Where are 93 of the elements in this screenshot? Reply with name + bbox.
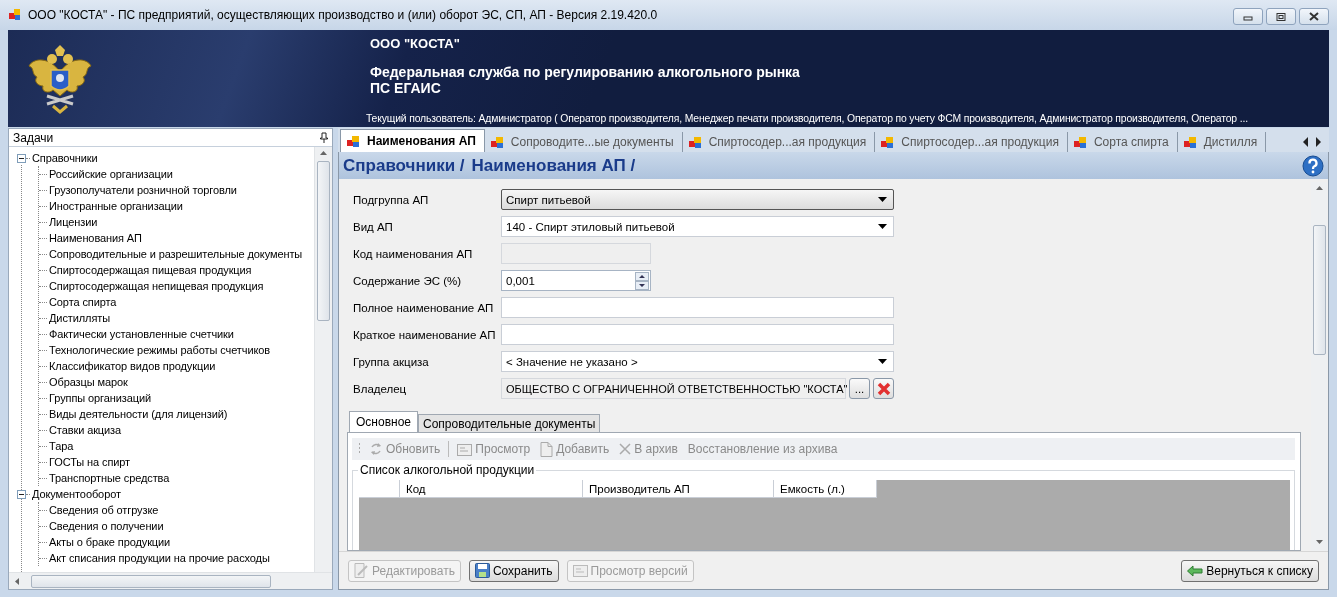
field-label: Краткое наименование АП: [353, 328, 497, 341]
tree-item[interactable]: Справочники: [32, 152, 98, 164]
tree-item[interactable]: Грузополучатели розничной торговли: [49, 184, 237, 196]
breadcrumb-section[interactable]: Справочники /: [343, 155, 465, 176]
collapse-toggle[interactable]: [17, 489, 26, 499]
tree-item[interactable]: Спиртосодержащая непищевая продукция: [49, 280, 264, 292]
column-header[interactable]: Емкость (л.): [774, 480, 877, 498]
tree-item[interactable]: Классификатор видов продукции: [49, 360, 216, 372]
close-button[interactable]: [1299, 8, 1329, 25]
back-to-list-button[interactable]: Вернуться к списку: [1181, 559, 1319, 582]
owner-field: ОБЩЕСТВО С ОГРАНИЧЕННОЙ ОТВЕТСТВЕННОСТЬЮ "КОСТА": [501, 378, 846, 399]
tree-item[interactable]: Транспортные средства: [49, 472, 170, 484]
dropdown-field[interactable]: 140 - Спирт этиловый питьевой: [501, 216, 894, 237]
horizontal-scrollbar[interactable]: [9, 572, 332, 589]
dropdown-field[interactable]: Спирт питьевой: [501, 189, 894, 210]
field-label: Код наименования АП: [353, 247, 474, 260]
dropdown-field[interactable]: < Значение не указано >: [501, 351, 894, 372]
group-title: Список алкогольной продукции: [358, 463, 537, 477]
tab-icon: [688, 135, 703, 149]
tree-item[interactable]: Акт списания продукции на прочие расходы: [49, 552, 270, 564]
maximize-icon: [1276, 12, 1286, 21]
section-tab[interactable]: Основное: [349, 411, 418, 432]
tree-item[interactable]: Тара: [49, 440, 74, 452]
breadcrumb-page: Наименования АП /: [471, 155, 636, 176]
tab-icon: [347, 134, 361, 148]
toolbar-grip-icon: [358, 442, 361, 456]
section-tab[interactable]: Сопроводительные документы: [418, 414, 601, 432]
tree-item[interactable]: Сопроводительные и разрешительные документы: [49, 248, 303, 260]
dropdown-arrow-icon: [878, 359, 887, 364]
column-header[interactable]: Код: [400, 480, 583, 498]
vertical-scrollbar[interactable]: [314, 147, 332, 572]
app-icon: [8, 8, 22, 22]
current-user-text: Текущий пользователь: Администратор ( Оператор производителя, Менеджер печати производителя, Оператор по учету ФСМ производителя, Администратор производителя, Оператор ...: [366, 112, 1248, 125]
tree-item[interactable]: Виды деятельности (для лицензий): [49, 408, 228, 420]
collapse-toggle[interactable]: [17, 153, 26, 163]
tree-item[interactable]: ГОСТы на спирт: [49, 456, 131, 468]
tree-item[interactable]: Образцы марок: [49, 376, 128, 388]
document-tab[interactable]: Наименования АП: [340, 129, 485, 152]
text-field[interactable]: [501, 297, 894, 318]
browse-button[interactable]: ...: [849, 378, 870, 399]
number-field[interactable]: 0,001: [501, 270, 651, 291]
field-label: Полное наименование АП: [353, 301, 495, 314]
tree-item[interactable]: Технологические режимы работы счетчиков: [49, 344, 271, 356]
scroll-left-icon[interactable]: [1303, 137, 1309, 147]
spinner-arrows-icon: [635, 271, 649, 290]
tree-item[interactable]: Документооборот: [32, 488, 121, 500]
card-icon: [457, 442, 473, 456]
pencil-page-icon: [354, 563, 369, 578]
column-header[interactable]: Производитель АП: [583, 480, 774, 498]
tree-item[interactable]: Наименования АП: [49, 232, 142, 244]
field-label: Владелец: [353, 382, 408, 395]
maximize-button[interactable]: [1266, 8, 1296, 25]
tree-item[interactable]: Спиртосодержащая пищевая продукция: [49, 264, 252, 276]
tree-item[interactable]: Акты о браке продукции: [49, 536, 171, 548]
organization-name: ООО "КОСТА": [370, 36, 461, 51]
tab-icon: [1183, 135, 1198, 149]
field-label: Группа акциза: [353, 355, 430, 368]
tree-item[interactable]: Российские организации: [49, 168, 173, 180]
cross-icon: [619, 443, 632, 455]
emblem-icon: [25, 43, 95, 114]
tree-item[interactable]: Сведения о получении: [49, 520, 164, 532]
tab-icon: [1073, 135, 1088, 149]
dropdown-arrow-icon: [878, 197, 887, 202]
field-label: Подгруппа АП: [353, 193, 430, 206]
field-label: Содержание ЭС (%): [353, 274, 463, 287]
tree-item[interactable]: Лицензии: [49, 216, 98, 228]
pin-icon[interactable]: [320, 132, 328, 143]
system-name: ПС ЕГАИС: [370, 80, 442, 96]
tree-item[interactable]: Сведения об отгрузке: [49, 504, 159, 516]
panel-title: Задачи: [13, 130, 54, 145]
footer-button[interactable]: Сохранить: [468, 559, 559, 582]
tree-item[interactable]: Сорта спирта: [49, 296, 117, 308]
dropdown-arrow-icon: [878, 224, 887, 229]
tab-icon: [881, 135, 896, 149]
clear-icon: [876, 381, 891, 396]
text-field[interactable]: [501, 324, 894, 345]
scroll-right-icon[interactable]: [1315, 137, 1321, 147]
agency-name: Федеральная служба по регулированию алкогольного рынка: [370, 64, 801, 80]
card-icon: [572, 564, 588, 577]
clear-button[interactable]: [873, 378, 894, 399]
refresh-icon: [369, 442, 383, 456]
window-title: ООО "КОСТА" - ПС предприятий, осуществляющих производство и (или) оборот ЭС, СП, АП - Версия 2.19.420.0: [28, 8, 658, 22]
tree-item[interactable]: Дистилляты: [49, 312, 110, 324]
tree-item[interactable]: Фактически установленные счетчики: [49, 328, 234, 340]
page-icon: [540, 441, 554, 457]
help-icon[interactable]: [1302, 154, 1324, 177]
close-icon: [1309, 12, 1319, 21]
field-label: Вид АП: [353, 220, 394, 233]
tree-item[interactable]: Ставки акциза: [49, 424, 122, 436]
tab-icon: [490, 135, 505, 149]
tree-item[interactable]: Группы организаций: [49, 392, 151, 404]
tree-item[interactable]: Иностранные организации: [49, 200, 183, 212]
left-arrow-icon: [1187, 564, 1204, 577]
